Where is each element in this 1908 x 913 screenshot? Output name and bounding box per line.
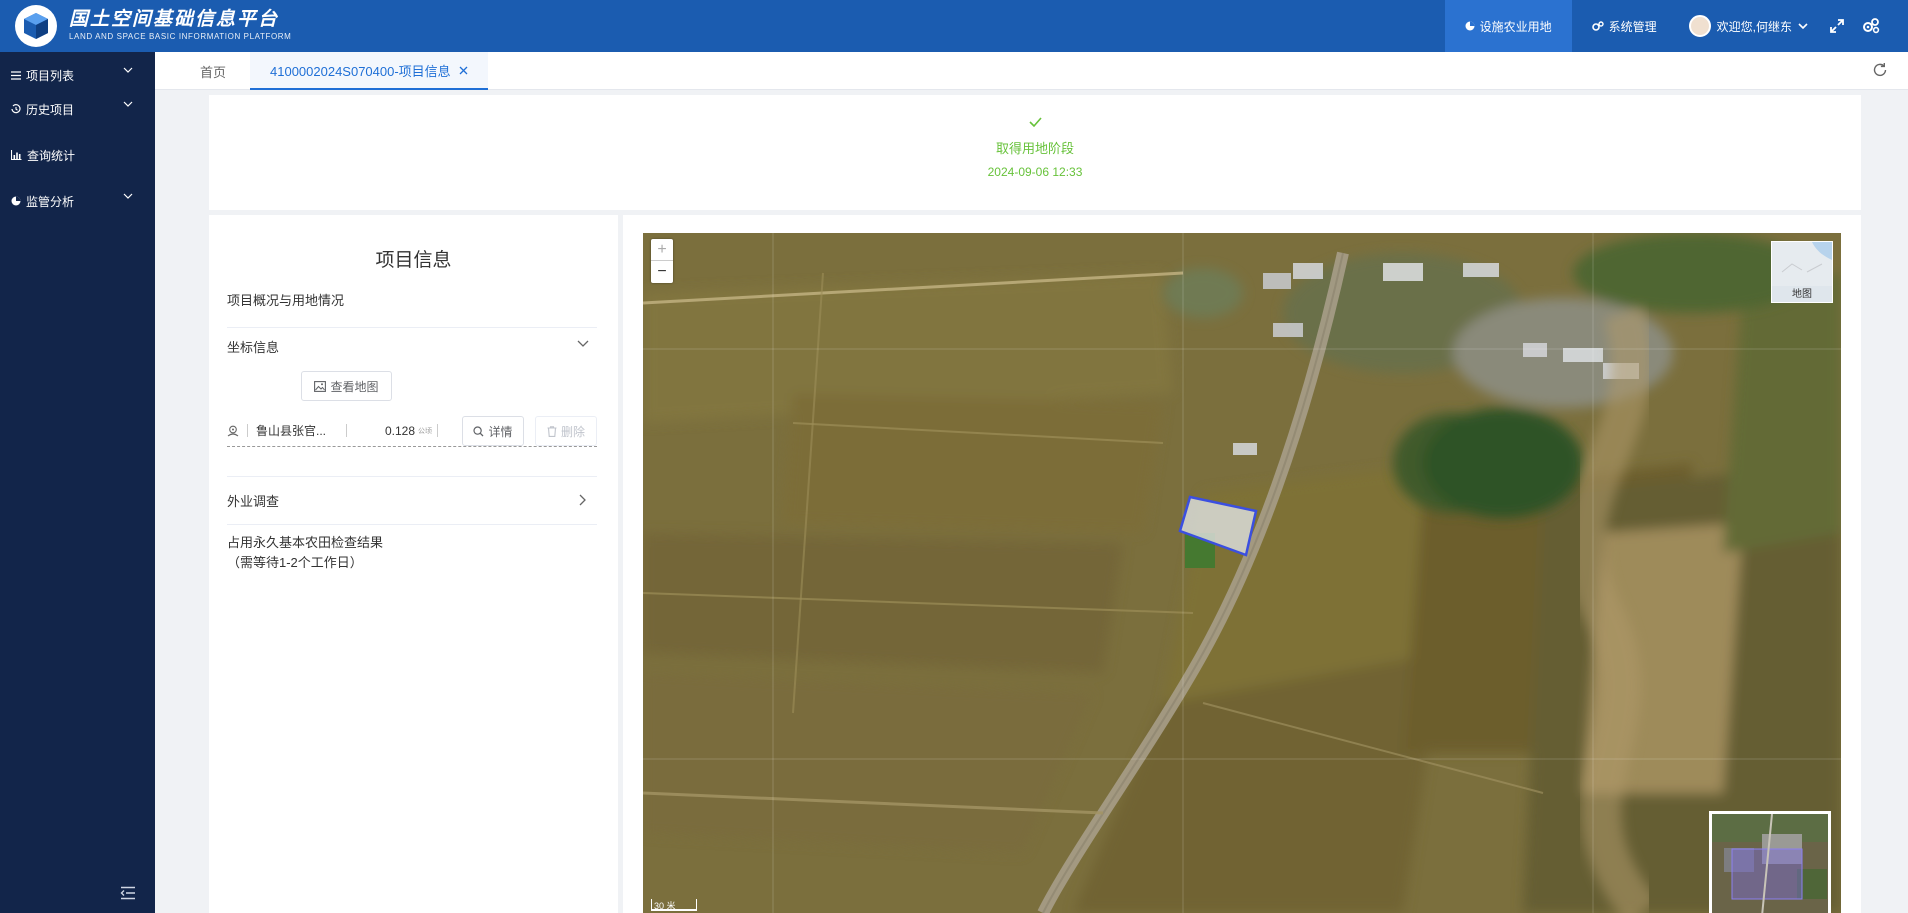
tab-project-info[interactable]: 4100002024S070400-项目信息 <box>250 52 488 90</box>
delete-button[interactable]: 删除 <box>535 416 597 446</box>
overview-minimap-image <box>1712 814 1828 913</box>
zoom-in-button[interactable]: + <box>651 239 673 261</box>
bar-chart-icon <box>11 150 22 160</box>
vector-map-thumbnail-icon <box>1772 242 1832 286</box>
sidebar-item-history[interactable]: 历史项目 <box>0 86 155 132</box>
user-menu[interactable]: 欢迎您,何继东 <box>1677 15 1820 37</box>
detail-button[interactable]: 详情 <box>462 416 524 446</box>
coord-section-label: 坐标信息 <box>227 340 280 355</box>
location-pin-icon <box>227 425 239 436</box>
sidebar-item-label: 项目列表 <box>26 68 75 83</box>
expand-icon <box>1830 19 1844 33</box>
settings-button[interactable] <box>1854 18 1888 34</box>
farmland-check-section: 占用永久基本农田检查结果 （需等待1-2个工作日） <box>227 533 597 573</box>
nav-facility-farmland-label: 设施农业用地 <box>1479 19 1552 34</box>
stage-time: 2024-09-06 12:33 <box>987 165 1083 179</box>
nav-facility-farmland[interactable]: 设施农业用地 <box>1444 0 1572 52</box>
field-survey-section[interactable]: 外业调查 <box>227 491 597 525</box>
coord-area-value: 0.128 <box>385 423 416 438</box>
basemap-switch-button[interactable]: 地图 <box>1771 241 1833 303</box>
sidebar-item-label: 历史项目 <box>26 102 75 117</box>
overview-minimap[interactable] <box>1709 811 1831 913</box>
farmland-check-note: （需等待1-2个工作日） <box>227 555 363 570</box>
chevron-down-icon <box>577 340 589 347</box>
chevron-down-icon <box>1798 23 1808 30</box>
coord-area-unit: 公顷 <box>418 427 433 435</box>
stage-status-card: 取得用地阶段 2024-09-06 12:33 <box>209 95 1861 210</box>
gears-icon <box>1591 21 1604 31</box>
zoom-controls: + − <box>651 239 673 283</box>
chevron-right-icon <box>579 494 586 506</box>
sidebar-item-label: 查询统计 <box>27 148 76 163</box>
platform-title-en: LAND AND SPACE BASIC INFORMATION PLATFOR… <box>69 32 292 41</box>
avatar <box>1688 15 1711 37</box>
scale-label: 30 米 <box>654 901 676 911</box>
fullscreen-button[interactable] <box>1820 19 1854 33</box>
coord-name: 鲁山县张官... <box>256 424 327 438</box>
refresh-icon <box>1873 63 1887 77</box>
basemap-switch-label: 地图 <box>1792 289 1812 300</box>
platform-title-cn: 国土空间基础信息平台 <box>69 9 280 30</box>
collapse-sidebar-button[interactable] <box>120 886 136 903</box>
close-icon[interactable] <box>459 66 468 75</box>
platform-title: 国土空间基础信息平台 LAND AND SPACE BASIC INFORMAT… <box>69 9 291 43</box>
list-icon <box>11 70 21 80</box>
user-greeting: 欢迎您,何继东 <box>1716 19 1792 34</box>
project-info-panel: 项目信息 项目概况与用地情况 坐标信息 查看地图 鲁山县张官... 0.128 … <box>209 215 618 913</box>
sidebar-item-query-stats[interactable]: 查询统计 <box>0 132 155 178</box>
overview-section[interactable]: 项目概况与用地情况 <box>227 290 597 328</box>
tab-project-info-label: 4100002024S070400-项目信息 <box>270 63 451 79</box>
cube-logo-icon <box>24 13 48 39</box>
divider <box>227 476 597 477</box>
farmland-check-title: 占用永久基本农田检查结果 <box>227 535 384 550</box>
top-header: 国土空间基础信息平台 LAND AND SPACE BASIC INFORMAT… <box>0 0 1908 52</box>
field-survey-label: 外业调查 <box>227 494 280 509</box>
chevron-down-icon <box>123 67 133 73</box>
history-icon <box>11 104 21 114</box>
pie-icon <box>1465 21 1475 31</box>
trash-icon <box>547 425 557 437</box>
view-map-button[interactable]: 查看地图 <box>301 371 392 401</box>
tab-home[interactable]: 首页 <box>200 52 226 90</box>
pie-chart-icon <box>11 196 21 206</box>
collapse-menu-icon <box>120 886 135 900</box>
detail-label: 详情 <box>488 424 513 439</box>
check-icon <box>1028 117 1042 128</box>
zoom-out-button[interactable]: − <box>651 261 673 283</box>
image-icon <box>314 380 327 392</box>
coord-section-header[interactable]: 坐标信息 <box>227 337 597 361</box>
delete-label: 删除 <box>560 424 585 439</box>
chevron-down-icon <box>123 101 133 107</box>
nav-system-management[interactable]: 系统管理 <box>1572 0 1677 52</box>
settings-gears-icon <box>1863 18 1880 34</box>
tab-bar: 首页 4100002024S070400-项目信息 <box>155 52 1908 90</box>
view-map-label: 查看地图 <box>330 379 379 394</box>
satellite-map[interactable]: + − 地图 30 米 <box>643 233 1841 913</box>
platform-logo <box>15 5 57 47</box>
nav-system-management-label: 系统管理 <box>1608 19 1657 34</box>
map-scale-bar: 30 米 <box>651 899 697 911</box>
sidebar-item-supervision[interactable]: 监管分析 <box>0 178 155 224</box>
overview-label: 项目概况与用地情况 <box>227 293 345 308</box>
satellite-imagery <box>643 233 1841 913</box>
sidebar-item-label: 监管分析 <box>26 194 75 209</box>
search-icon <box>473 425 484 436</box>
stage-title: 取得用地阶段 <box>995 141 1074 156</box>
sidebar: 项目列表 历史项目 查询统计 监管分析 <box>0 52 155 913</box>
chevron-down-icon <box>123 193 133 199</box>
refresh-button[interactable] <box>1872 62 1888 81</box>
panel-title: 项目信息 <box>375 250 452 271</box>
tab-home-label: 首页 <box>200 64 227 80</box>
map-panel: + − 地图 30 米 <box>623 215 1861 913</box>
